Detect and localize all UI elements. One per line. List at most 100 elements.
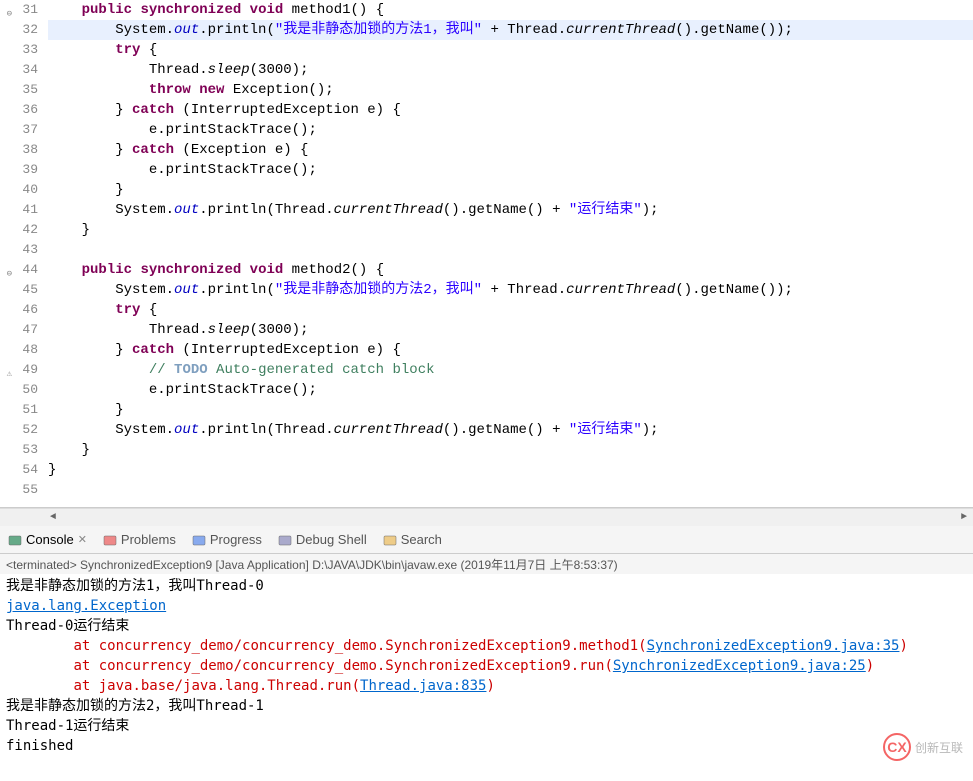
console-line: finished — [6, 736, 967, 756]
code-line[interactable]: e.printStackTrace(); — [48, 120, 973, 140]
line-number: 50 — [0, 380, 38, 400]
line-number: 54 — [0, 460, 38, 480]
code-line[interactable]: try { — [48, 40, 973, 60]
console-line: 我是非静态加锁的方法1，我叫Thread-0 — [6, 576, 967, 596]
stacktrace-link[interactable]: SynchronizedException9.java:25 — [613, 658, 866, 674]
code-line[interactable]: } — [48, 440, 973, 460]
code-line[interactable]: // TODO Auto-generated catch block — [48, 360, 973, 380]
console-output[interactable]: 我是非静态加锁的方法1，我叫Thread-0 java.lang.Exceptio… — [0, 574, 973, 781]
console-text: Thread-1运行结束 — [6, 718, 129, 734]
scroll-right-button[interactable]: ► — [955, 509, 973, 526]
close-icon[interactable]: ✕ — [78, 533, 87, 546]
line-number: 49⚠ — [0, 360, 38, 380]
problems-icon — [103, 533, 117, 547]
line-number: 53 — [0, 440, 38, 460]
code-line[interactable]: Thread.sleep(3000); — [48, 320, 973, 340]
console-line: Thread-1运行结束 — [6, 716, 967, 736]
code-content[interactable]: public synchronized void method1() { Sys… — [44, 0, 973, 507]
line-number: 37 — [0, 120, 38, 140]
debug-shell-icon — [278, 533, 292, 547]
console-text: ) — [899, 638, 907, 654]
line-number: 45 — [0, 280, 38, 300]
code-line[interactable]: System.out.println(Thread.currentThread(… — [48, 200, 973, 220]
bottom-tabs: Console ✕ Problems Progress Debug Shell Searc… — [0, 526, 973, 554]
line-number: 48 — [0, 340, 38, 360]
tab-label: Problems — [121, 532, 176, 547]
line-number: 32 — [0, 20, 38, 40]
line-number: 46 — [0, 300, 38, 320]
console-text: at java.base/java.lang.Thread.run( — [6, 678, 360, 694]
code-line[interactable]: public synchronized void method1() { — [48, 0, 973, 20]
console-text: finished — [6, 738, 73, 754]
watermark-text: 创新互联 — [915, 739, 963, 756]
line-gutter: 31⊖32333435363738394041424344⊖4546474849… — [0, 0, 44, 507]
line-number: 55 — [0, 480, 38, 500]
code-line[interactable]: e.printStackTrace(); — [48, 380, 973, 400]
watermark-logo-icon: CX — [883, 733, 911, 761]
search-icon — [383, 533, 397, 547]
line-number: 40 — [0, 180, 38, 200]
line-number: 51 — [0, 400, 38, 420]
tab-label: Search — [401, 532, 442, 547]
fold-icon[interactable]: ⊖ — [2, 264, 12, 274]
code-line[interactable]: System.out.println(Thread.currentThread(… — [48, 420, 973, 440]
console-launch-info: <terminated> SynchronizedException9 [Jav… — [0, 554, 973, 574]
console-text: at concurrency_demo/concurrency_demo.Syn… — [6, 658, 613, 674]
console-line: Thread-0运行结束 — [6, 616, 967, 636]
code-line[interactable]: } catch (InterruptedException e) { — [48, 340, 973, 360]
watermark: CX 创新互联 — [883, 733, 963, 761]
line-number: 42 — [0, 220, 38, 240]
line-number: 34 — [0, 60, 38, 80]
code-line[interactable]: try { — [48, 300, 973, 320]
line-number: 38 — [0, 140, 38, 160]
line-number: 33 — [0, 40, 38, 60]
tab-label: Debug Shell — [296, 532, 367, 547]
console-text: ) — [486, 678, 494, 694]
horizontal-scrollbar[interactable]: ◄ ► — [0, 508, 973, 526]
tab-console[interactable]: Console ✕ — [8, 532, 87, 547]
line-number: 44⊖ — [0, 260, 38, 280]
code-line[interactable]: } catch (InterruptedException e) { — [48, 100, 973, 120]
line-number: 43 — [0, 240, 38, 260]
code-line[interactable]: public synchronized void method2() { — [48, 260, 973, 280]
tab-problems[interactable]: Problems — [103, 532, 176, 547]
stacktrace-link[interactable]: SynchronizedException9.java:35 — [647, 638, 900, 654]
console-line: 我是非静态加锁的方法2，我叫Thread-1 — [6, 696, 967, 716]
tab-progress[interactable]: Progress — [192, 532, 262, 547]
progress-icon — [192, 533, 206, 547]
tab-debug-shell[interactable]: Debug Shell — [278, 532, 367, 547]
warning-icon: ⚠ — [2, 364, 12, 374]
line-number: 41 — [0, 200, 38, 220]
code-line[interactable] — [48, 240, 973, 260]
line-number: 35 — [0, 80, 38, 100]
line-number: 36 — [0, 100, 38, 120]
code-line[interactable]: } — [48, 220, 973, 240]
code-line[interactable]: System.out.println("我是非静态加锁的方法1，我叫" + Th… — [48, 20, 973, 40]
stacktrace-link[interactable]: Thread.java:835 — [360, 678, 486, 694]
code-line[interactable]: } catch (Exception e) { — [48, 140, 973, 160]
code-line[interactable]: } — [48, 180, 973, 200]
code-editor[interactable]: 31⊖32333435363738394041424344⊖4546474849… — [0, 0, 973, 508]
console-text: ) — [866, 658, 874, 674]
code-line[interactable]: e.printStackTrace(); — [48, 160, 973, 180]
line-number: 31⊖ — [0, 0, 38, 20]
console-line: at concurrency_demo/concurrency_demo.Syn… — [6, 636, 967, 656]
console-line: java.lang.Exception — [6, 596, 967, 616]
console-text: at concurrency_demo/concurrency_demo.Syn… — [6, 638, 647, 654]
scroll-left-button[interactable]: ◄ — [44, 509, 62, 526]
tab-search[interactable]: Search — [383, 532, 442, 547]
code-line[interactable]: Thread.sleep(3000); — [48, 60, 973, 80]
stacktrace-link[interactable]: java.lang.Exception — [6, 598, 166, 614]
console-line: at java.base/java.lang.Thread.run(Thread… — [6, 676, 967, 696]
code-line[interactable]: System.out.println("我是非静态加锁的方法2，我叫" + Th… — [48, 280, 973, 300]
code-line[interactable] — [48, 480, 973, 500]
tab-label: Console — [26, 532, 74, 547]
code-line[interactable]: } — [48, 400, 973, 420]
console-text: 我是非静态加锁的方法2，我叫Thread-1 — [6, 698, 264, 714]
code-line[interactable]: throw new Exception(); — [48, 80, 973, 100]
line-number: 52 — [0, 420, 38, 440]
console-line: at concurrency_demo/concurrency_demo.Syn… — [6, 656, 967, 676]
code-line[interactable]: } — [48, 460, 973, 480]
fold-icon[interactable]: ⊖ — [2, 4, 12, 14]
tab-label: Progress — [210, 532, 262, 547]
